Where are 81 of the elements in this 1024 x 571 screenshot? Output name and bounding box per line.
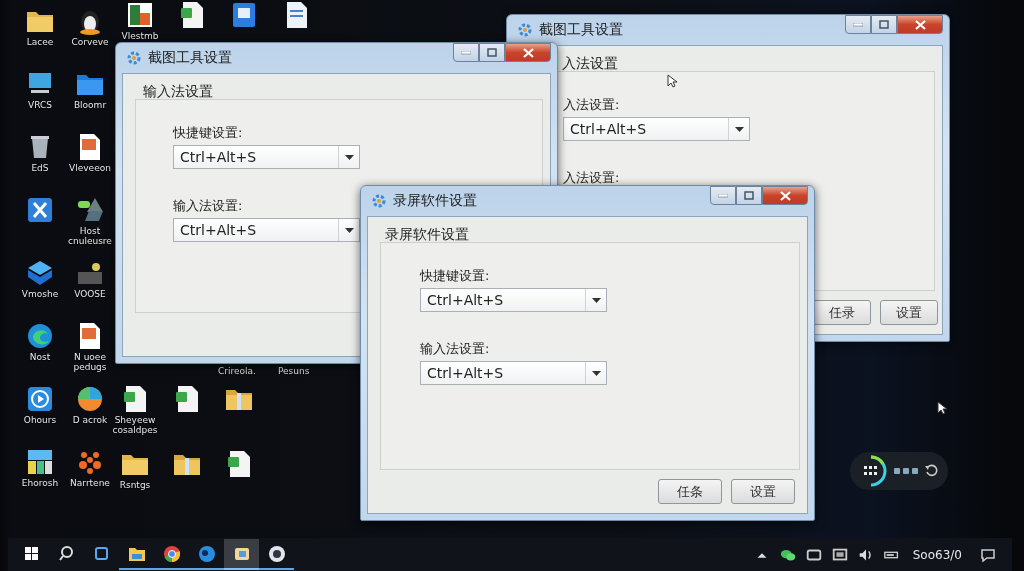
dropdown-field[interactable]: Ctrl+Alt+S xyxy=(420,288,607,312)
notification-icon[interactable] xyxy=(980,546,996,563)
caret-icon xyxy=(344,154,354,160)
caret-icon xyxy=(734,126,744,132)
close-icon xyxy=(779,190,791,201)
window-title: 录屏软件设置 xyxy=(393,192,478,210)
minimize-icon xyxy=(461,50,471,55)
app-icon[interactable] xyxy=(25,195,55,225)
close-icon xyxy=(522,47,534,58)
close-button[interactable] xyxy=(897,15,943,34)
close-button[interactable] xyxy=(505,43,551,62)
minimize-icon xyxy=(718,193,728,198)
dialog-button[interactable]: 任录 xyxy=(813,300,871,325)
gear-icon xyxy=(126,50,142,66)
field-label: 入法设置: xyxy=(563,169,620,187)
maximize-icon xyxy=(487,48,497,57)
cube-icon[interactable] xyxy=(25,258,55,288)
dropdown-field[interactable]: Ctrl+Alt+S xyxy=(173,218,360,242)
icon-label: Host cnuleusre xyxy=(67,226,113,246)
icon-label: Narrtene xyxy=(70,478,110,488)
dropdown-field[interactable]: Ctrl+Alt+S xyxy=(173,145,360,169)
icon-label: Vlestmb xyxy=(121,31,159,41)
icon-label: D acrok xyxy=(72,415,108,425)
minimize-icon xyxy=(853,22,863,27)
maximize-icon xyxy=(744,191,754,200)
window-title: 截图工具设置 xyxy=(148,49,233,67)
group-title: 输入法设置 xyxy=(143,83,213,99)
minimize-button[interactable] xyxy=(710,186,736,205)
icon-label: Ehorosh xyxy=(21,478,59,488)
icon-label: Bloomr xyxy=(73,100,107,110)
maximize-button[interactable] xyxy=(736,186,762,205)
close-button[interactable] xyxy=(762,186,808,205)
app-icon xyxy=(266,543,287,564)
field-label: 快捷键设置: xyxy=(420,267,490,285)
play-icon[interactable] xyxy=(25,384,55,414)
icon-label: Vmoshe xyxy=(21,289,59,299)
clock[interactable]: Soo63/0 xyxy=(912,547,962,562)
icon-label: EdS xyxy=(31,163,49,173)
close-icon xyxy=(914,19,926,30)
refresh-icon xyxy=(924,464,938,478)
cursor-icon xyxy=(667,74,677,88)
dialog-button[interactable]: 设置 xyxy=(731,479,795,504)
icon-label: Pesuns xyxy=(277,366,310,376)
icon-label: Sheyeew cosaldpes xyxy=(111,415,159,435)
tiles-icon[interactable] xyxy=(25,447,55,477)
caret-icon xyxy=(344,227,354,233)
maximize-button[interactable] xyxy=(871,15,897,34)
field-label: 输入法设置: xyxy=(420,340,490,358)
gear-icon xyxy=(371,193,387,209)
caret-icon xyxy=(591,370,601,376)
caret-icon xyxy=(591,297,601,303)
minimize-button[interactable] xyxy=(845,15,871,34)
icon-label: N uoee pedugs xyxy=(72,352,108,372)
group-title: 入法设置 xyxy=(562,55,618,71)
picture-icon[interactable] xyxy=(125,0,155,30)
maximize-icon xyxy=(879,20,889,29)
dropdown-field[interactable]: Ctrl+Alt+S xyxy=(420,361,607,385)
icon-label: VRCS xyxy=(28,100,52,110)
field-label: 快捷键设置: xyxy=(173,124,243,142)
icon-label: Crireola. xyxy=(218,366,256,376)
maximize-button[interactable] xyxy=(479,43,505,62)
window-title: 截图工具设置 xyxy=(539,21,624,39)
group-title: 录屏软件设置 xyxy=(385,226,469,242)
gear-icon xyxy=(517,22,533,38)
field-label: 输入法设置: xyxy=(173,197,243,215)
icon-label: Corveve xyxy=(71,37,109,47)
icon-label: Nost xyxy=(29,352,51,362)
icon-label: Rsntgs xyxy=(119,480,151,490)
dialog-button[interactable]: 设置 xyxy=(880,300,938,325)
dots-icon xyxy=(894,468,918,474)
dialog-button[interactable]: 任条 xyxy=(658,479,722,504)
icon-label: VOOSE xyxy=(74,289,106,299)
taskbar-button[interactable] xyxy=(224,539,259,570)
icon-label: Lacee xyxy=(26,37,54,47)
icon-label: Ohours xyxy=(23,415,57,425)
field-label: 入法设置: xyxy=(563,96,620,114)
dropdown-field[interactable]: Ctrl+Alt+S xyxy=(563,117,750,141)
minimize-button[interactable] xyxy=(453,43,479,62)
widget-pill[interactable] xyxy=(850,452,948,490)
icon-label: Vleveeon xyxy=(69,163,111,173)
cursor-icon xyxy=(937,401,947,415)
